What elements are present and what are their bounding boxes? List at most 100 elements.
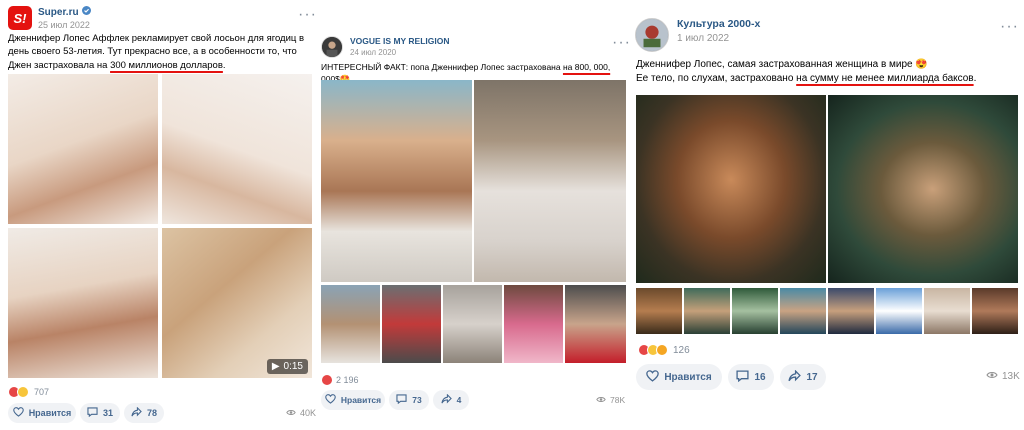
eye-icon: [986, 371, 998, 382]
reaction-count: 2 196: [336, 375, 359, 385]
video-duration-badge: ▶ 0:15: [266, 359, 308, 374]
share-icon: [441, 393, 452, 406]
avatar-logo-text: S!: [13, 10, 27, 26]
view-count: 78K: [610, 395, 626, 405]
photo[interactable]: [636, 95, 826, 283]
post-text: Дженнифер Лопес, самая застрахованная же…: [636, 58, 1020, 86]
eye-icon: [286, 408, 296, 418]
video-duration: 0:15: [283, 361, 303, 372]
photo-thumb[interactable]: [684, 288, 730, 334]
eye-icon: [596, 395, 606, 405]
comment-count: 73: [412, 395, 422, 405]
author-name[interactable]: VOGUE IS MY RELIGION: [350, 36, 450, 46]
verified-icon: [81, 6, 91, 18]
share-button[interactable]: 4: [433, 390, 469, 410]
like-button[interactable]: Нравится: [321, 390, 385, 410]
post-text-part: Ее тело, по слухам, застраховано: [636, 73, 797, 84]
photo-thumb[interactable]: [565, 285, 626, 363]
share-count: 4: [456, 395, 462, 405]
author-name[interactable]: Культура 2000-х: [677, 18, 760, 30]
emoji-icon: [656, 344, 668, 356]
photo[interactable]: [828, 95, 1018, 283]
photo-thumb[interactable]: [321, 285, 380, 363]
play-icon: ▶: [271, 361, 280, 372]
post-text: Дженнифер Лопес Аффлек рекламирует свой …: [8, 32, 312, 72]
like-label: Нравится: [664, 371, 712, 383]
photo-thumb[interactable]: [636, 288, 682, 334]
photo[interactable]: [474, 80, 626, 282]
photo-thumb[interactable]: [382, 285, 441, 363]
comment-button[interactable]: 73: [389, 390, 429, 410]
heart-icon: [12, 407, 24, 419]
photo-thumb[interactable]: [504, 285, 563, 363]
comment-icon: [396, 394, 407, 406]
photo-thumb[interactable]: [780, 288, 826, 334]
photo[interactable]: [8, 74, 158, 224]
like-label: Нравится: [28, 408, 72, 418]
photo[interactable]: [8, 228, 158, 378]
avatar-image-icon: [322, 37, 342, 57]
more-dots-icon[interactable]: ···: [1000, 19, 1019, 35]
heart-icon: [646, 369, 660, 385]
post-kultura-2000: Культура 2000-х 1 июл 2022 ··· Дженнифер…: [630, 0, 1024, 430]
avatar[interactable]: [321, 36, 343, 58]
comment-count: 31: [102, 408, 113, 418]
post-text-highlight: 300 миллионов долларов: [110, 59, 223, 71]
reactions[interactable]: 707: [8, 386, 49, 398]
share-button[interactable]: 17: [780, 364, 826, 390]
photo[interactable]: [321, 80, 472, 282]
more-dots-icon[interactable]: ···: [612, 35, 631, 51]
post-text-line: Дженнифер Лопес, самая застрахованная же…: [636, 59, 928, 70]
avatar[interactable]: [635, 18, 669, 52]
post-header: Культура 2000-х 1 июл 2022: [635, 18, 760, 52]
comment-button[interactable]: 31: [80, 403, 120, 423]
like-button[interactable]: Нравится: [636, 364, 722, 390]
reactions[interactable]: 2 196: [321, 374, 359, 386]
post-date[interactable]: 1 июл 2022: [677, 33, 760, 44]
reaction-count: 126: [673, 344, 690, 356]
share-icon: [788, 369, 802, 385]
photo-thumb[interactable]: [972, 288, 1018, 334]
photo-thumb[interactable]: [828, 288, 874, 334]
post-date[interactable]: 25 июл 2022: [38, 20, 91, 30]
more-dots-icon[interactable]: ···: [298, 7, 317, 23]
emoji-icon: [17, 386, 29, 398]
comment-button[interactable]: 16: [728, 364, 774, 390]
photo-thumb[interactable]: [732, 288, 778, 334]
post-vogue: VOGUE IS MY RELIGION 24 июл 2020 ··· ИНТ…: [318, 0, 630, 430]
reaction-count: 707: [34, 387, 50, 397]
share-count: 17: [806, 371, 818, 383]
photo-thumb[interactable]: [443, 285, 502, 363]
view-count: 40K: [300, 408, 317, 418]
author-name[interactable]: Super.ru: [38, 7, 79, 18]
photo-thumb[interactable]: [924, 288, 970, 334]
share-button[interactable]: 78: [124, 403, 164, 423]
post-text-end: .: [222, 59, 226, 71]
view-count: 13K: [1002, 371, 1020, 382]
like-button[interactable]: Нравится: [8, 403, 76, 423]
post-text-end: .: [973, 73, 977, 84]
reactions[interactable]: 126: [638, 344, 690, 356]
comment-icon: [736, 369, 750, 385]
comment-icon: [87, 407, 98, 419]
post-header: S! Super.ru 25 июл 2022: [8, 6, 91, 30]
post-date[interactable]: 24 июл 2020: [350, 48, 450, 57]
comment-count: 16: [754, 371, 766, 383]
post-super-ru: S! Super.ru 25 июл 2022 ··· Дженнифер Ло…: [0, 0, 318, 430]
views: 78K: [596, 395, 625, 405]
share-count: 78: [146, 408, 157, 418]
video-thumbnail[interactable]: ▶ 0:15: [162, 228, 312, 378]
photo[interactable]: [162, 74, 312, 224]
like-label: Нравится: [340, 395, 382, 405]
post-text-highlight: на сумму не менее миллиарда баксов: [796, 73, 974, 84]
post-header: VOGUE IS MY RELIGION 24 июл 2020: [321, 36, 450, 58]
photo-thumb[interactable]: [876, 288, 922, 334]
share-icon: [131, 406, 142, 419]
views: 40K: [286, 408, 316, 418]
avatar[interactable]: S!: [8, 6, 32, 30]
avatar-image-icon: [636, 19, 668, 51]
heart-icon: [325, 394, 336, 406]
heart-icon: [321, 374, 333, 386]
post-text-part: ИНТЕРЕСНЫЙ ФАКТ: попа Дженнифер Лопес за…: [321, 62, 563, 72]
views: 13K: [986, 371, 1020, 382]
